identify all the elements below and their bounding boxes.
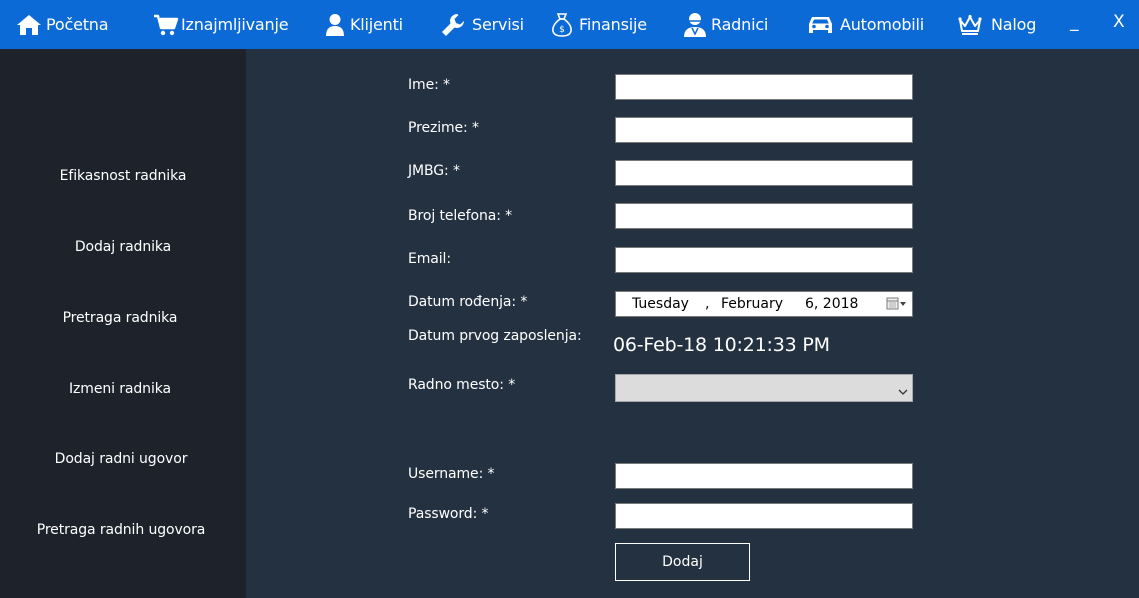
username-label: Username: * <box>408 466 495 482</box>
money-bag-icon: $ <box>551 12 573 38</box>
nav-item-klijenti[interactable]: Klijenti <box>324 0 403 49</box>
jmbg-label: JMBG: * <box>408 163 460 179</box>
nav-label-automobili: Automobili <box>840 15 925 34</box>
datum-zaposlenja-value: 06-Feb-18 10:21:33 PM <box>613 334 830 356</box>
email-input[interactable] <box>615 247 913 273</box>
home-icon <box>16 14 42 36</box>
calendar-dropdown-icon[interactable] <box>886 296 908 312</box>
password-input[interactable] <box>615 503 913 529</box>
nav-item-nalog[interactable]: Nalog <box>957 0 1036 49</box>
top-navigation-bar: Početna Iznajmljivanje Klijenti Servisi … <box>0 0 1139 49</box>
user-icon <box>324 13 346 37</box>
nav-label-finansije: Finansije <box>579 15 647 34</box>
nav-item-finansije[interactable]: $ Finansije <box>551 0 647 49</box>
datum-rodjenja-label: Datum rođenja: * <box>408 294 528 310</box>
sidebar-item-dodaj-radni-ugovor[interactable]: Dodaj radni ugovor <box>0 451 244 467</box>
worker-icon <box>683 12 707 38</box>
nav-label-nalog: Nalog <box>991 15 1037 34</box>
username-input[interactable] <box>615 463 913 489</box>
prezime-input[interactable] <box>615 117 913 143</box>
close-button[interactable]: X <box>1113 12 1125 32</box>
nav-label-iznajmljivanje: Iznajmljivanje <box>181 15 289 34</box>
datum-zaposlenja-label: Datum prvog zaposlenja: <box>408 328 582 344</box>
broj-telefona-input[interactable] <box>615 203 913 229</box>
nav-item-iznajmljivanje[interactable]: Iznajmljivanje <box>153 0 289 49</box>
nav-label-servisi: Servisi <box>472 15 524 34</box>
sidebar-item-pretraga-radnih-ugovora[interactable]: Pretraga radnih ugovora <box>0 522 244 538</box>
wrench-icon <box>440 12 466 38</box>
nav-item-pocetna[interactable]: Početna <box>16 0 109 49</box>
svg-text:$: $ <box>559 25 565 35</box>
chevron-down-icon <box>898 382 908 401</box>
nav-label-pocetna: Početna <box>46 15 109 34</box>
radno-mesto-label: Radno mesto: * <box>408 377 516 393</box>
date-month[interactable]: February <box>721 296 783 312</box>
date-comma: , <box>705 296 710 312</box>
prezime-label: Prezime: * <box>408 120 479 136</box>
nav-label-radnici: Radnici <box>711 15 769 34</box>
date-day-year[interactable]: 6, 2018 <box>805 296 858 312</box>
sidebar-item-dodaj-radnika[interactable]: Dodaj radnika <box>0 239 246 255</box>
nav-label-klijenti: Klijenti <box>350 15 403 34</box>
ime-label: Ime: * <box>408 77 450 93</box>
datum-rodjenja-picker[interactable]: Tuesday , February 6, 2018 <box>615 291 913 317</box>
nav-item-automobili[interactable]: Automobili <box>807 0 924 49</box>
password-label: Password: * <box>408 506 489 522</box>
sidebar-item-izmeni-radnika[interactable]: Izmeni radnika <box>0 381 243 397</box>
dodaj-button[interactable]: Dodaj <box>615 543 750 581</box>
jmbg-input[interactable] <box>615 160 913 186</box>
sidebar-item-efikasnost-radnika[interactable]: Efikasnost radnika <box>0 168 246 184</box>
minimize-button[interactable]: _ <box>1070 12 1079 32</box>
radno-mesto-select[interactable] <box>615 374 913 402</box>
email-label: Email: <box>408 251 451 267</box>
car-icon <box>807 14 834 36</box>
nav-item-servisi[interactable]: Servisi <box>440 0 524 49</box>
crown-icon <box>957 14 983 36</box>
date-weekday[interactable]: Tuesday <box>632 296 689 312</box>
sidebar-item-pretraga-radnika[interactable]: Pretraga radnika <box>0 310 243 326</box>
nav-item-radnici[interactable]: Radnici <box>683 0 768 49</box>
ime-input[interactable] <box>615 74 913 100</box>
broj-telefona-label: Broj telefona: * <box>408 208 513 224</box>
cart-icon <box>153 13 179 37</box>
